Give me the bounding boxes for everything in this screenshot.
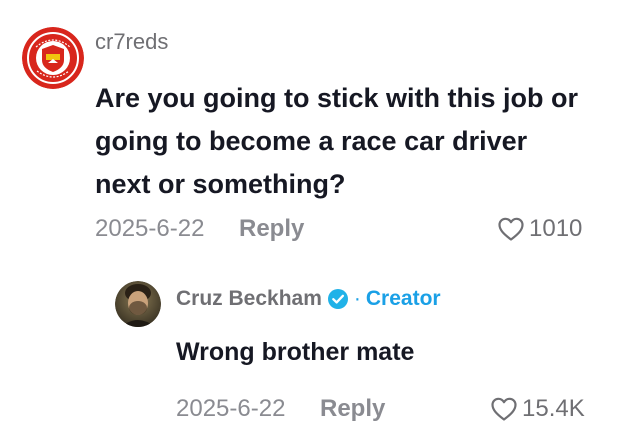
comment-text-line: next or something? <box>95 169 346 199</box>
like-count: 1010 <box>529 215 583 242</box>
creator-badge: Creator <box>365 287 441 310</box>
separator-dot: · <box>353 287 361 310</box>
avatar[interactable] <box>22 27 84 89</box>
reply-text: Wrong brother mate <box>176 338 415 366</box>
comment-text: Are you going to stick with this job or … <box>95 77 615 206</box>
profile-photo-icon <box>115 281 161 327</box>
reply-button[interactable]: Reply <box>239 214 304 244</box>
comment-username[interactable]: cr7reds <box>95 28 168 56</box>
heart-icon <box>490 396 518 422</box>
comment-text-line: going to become a race car driver <box>95 126 528 156</box>
like-button[interactable]: 1010 <box>497 214 582 244</box>
reply-username[interactable]: Cruz Beckham <box>176 285 322 313</box>
reply-date: 2025-6-22 <box>176 395 286 422</box>
verified-badge-icon <box>327 288 349 310</box>
comment-text-line: Are you going to stick with this job or <box>95 83 579 113</box>
manchester-united-crest-icon <box>22 27 84 89</box>
like-button[interactable]: 15.4K <box>490 394 585 424</box>
reply-button[interactable]: Reply <box>320 394 385 424</box>
reply-author: Cruz Beckham · Creator <box>176 284 441 314</box>
heart-icon <box>497 216 525 242</box>
like-count: 15.4K <box>522 395 585 422</box>
comment-date: 2025-6-22 <box>95 215 205 242</box>
avatar[interactable] <box>115 281 161 327</box>
